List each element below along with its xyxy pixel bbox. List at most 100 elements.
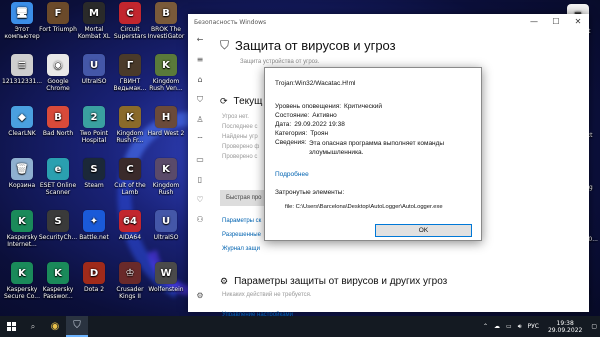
tray-network-icon[interactable]: ▭ — [506, 323, 512, 330]
desktop-icon-label: SecurityCh... — [38, 234, 78, 241]
tray-onedrive-icon[interactable]: ☁ — [494, 323, 500, 330]
input-language[interactable]: РУС — [528, 323, 539, 330]
affected-file-path: file: C:\Users\Barcelona\Desktop\AutoLog… — [285, 204, 443, 210]
desktop-icon[interactable]: D Dota 2 — [74, 262, 114, 293]
desktop-icon[interactable]: U UltraISO — [74, 54, 114, 85]
desktop-icon[interactable]: 2 Two Point Hospital — [74, 106, 114, 144]
app-icon: K — [11, 262, 33, 284]
desktop-icon[interactable]: ◉ Google Chrome — [38, 54, 78, 92]
desktop-icon[interactable]: K Kingdom Rush Fr... — [110, 106, 150, 144]
desktop-icon[interactable]: S Steam — [74, 158, 114, 189]
desktop-icon[interactable]: M Mortal Kombat XL — [74, 2, 114, 40]
gear-icon[interactable]: ⚙ — [188, 286, 212, 306]
desktop-icon[interactable]: F Fort Triumph — [38, 2, 78, 33]
wifi-icon[interactable]: ⌔ — [188, 130, 212, 150]
threat-status-line: Проверено с — [222, 154, 258, 160]
health-icon[interactable]: ♡ — [188, 190, 212, 210]
desktop-icon-label: Cult of the Lamb — [114, 182, 146, 196]
notification-icon[interactable]: ▢ — [591, 323, 597, 330]
settings-shield-icon: ⚙ — [220, 276, 229, 286]
allowed-threats-link[interactable]: Разрешенные — [222, 232, 261, 238]
desktop-icon[interactable]: C Cult of the Lamb — [110, 158, 150, 196]
alert-level-value: Критический — [344, 103, 383, 110]
desktop-icon[interactable]: C Circuit Superstars — [110, 2, 150, 40]
desktop-icon[interactable]: e ESET Online Scanner — [38, 158, 78, 196]
details-row: Сведения: Эта опасная программа выполняе… — [275, 139, 469, 157]
app-icon: ✦ — [83, 210, 105, 232]
desktop-icon[interactable]: K Kaspersky Passwor... — [38, 262, 78, 300]
taskbar-search-icon[interactable]: ⌕ — [22, 316, 44, 337]
taskbar-security-icon[interactable]: ⛉ — [66, 316, 88, 337]
desktop-icon[interactable]: K Kaspersky Internet... — [2, 210, 42, 248]
desktop-icon[interactable]: ≡ 121312331... — [2, 54, 42, 85]
desktop-icon-label: ESET Online Scanner — [39, 182, 77, 196]
menu-icon[interactable]: ≡ — [188, 50, 212, 70]
desktop-icon[interactable]: Г ГВИНТ Ведьмак... — [110, 54, 150, 92]
window-titlebar: Безопасность Windows — ☐ ✕ — [188, 14, 589, 30]
desktop-icon[interactable]: 64 AIDA64 — [110, 210, 150, 241]
maximize-button[interactable]: ☐ — [545, 14, 567, 30]
desktop-icon-label: Crusader Kings II — [116, 286, 144, 300]
desktop-icon[interactable]: ◆ ClearLNK — [2, 106, 42, 137]
desktop-icon[interactable]: ♔ Crusader Kings II — [110, 262, 150, 300]
desktop-icon-label: Wolfenstein — [148, 286, 184, 293]
home-icon[interactable]: ⌂ — [188, 70, 212, 90]
tray-chevron-icon[interactable]: ⌃ — [483, 323, 488, 330]
shield-icon[interactable]: ⛉ — [188, 90, 212, 110]
app-icon: ≡ — [11, 54, 33, 76]
category-value: Троян — [310, 130, 329, 137]
details-label: Сведения: — [275, 139, 307, 146]
threat-name: Trojan:Win32/Wacatac.H!ml — [275, 80, 356, 87]
device-security-icon[interactable]: ▯ — [188, 170, 212, 190]
family-icon[interactable]: ⚇ — [188, 210, 212, 230]
app-icon: ◆ — [11, 106, 33, 128]
desktop-icon-label: Этот компьютер — [4, 26, 40, 40]
app-browser-icon[interactable]: ▭ — [188, 150, 212, 170]
desktop-icon[interactable]: B BROK The InvestiGator — [146, 2, 186, 40]
tray-volume-icon[interactable]: 🔊︎ — [518, 323, 522, 331]
desktop-icon[interactable]: H Hard West 2 — [146, 106, 186, 137]
desktop-icon[interactable]: B Bad North — [38, 106, 78, 137]
app-icon: 🗑 — [11, 158, 33, 180]
app-icon: S — [47, 210, 69, 232]
scan-options-link[interactable]: Параметры ск — [222, 218, 261, 224]
desktop-icon[interactable]: K Kaspersky Secure Co... — [2, 262, 42, 300]
refresh-icon: ⟳ — [220, 96, 228, 106]
desktop-icon[interactable]: 🖥 Этот компьютер — [2, 2, 42, 40]
protection-history-link[interactable]: Журнал защи — [222, 246, 260, 252]
desktop-icon-label: Kaspersky Internet... — [6, 234, 38, 248]
minimize-button[interactable]: — — [523, 14, 545, 30]
desktop-icon[interactable]: S SecurityCh... — [38, 210, 78, 241]
app-icon: U — [155, 210, 177, 232]
desktop-icon-label: Hard West 2 — [147, 130, 185, 137]
close-button[interactable]: ✕ — [567, 14, 589, 30]
desktop-icon[interactable]: U UltraISO — [146, 210, 186, 241]
protection-settings-heading: ⚙ Параметры защиты от вирусов и других у… — [220, 276, 447, 287]
alert-level-label: Уровень оповещения: — [275, 103, 342, 110]
ok-button[interactable]: OK — [375, 224, 472, 237]
taskbar-clock[interactable]: 19:38 29.09.2022 — [548, 320, 582, 334]
desktop-icon-label: Google Chrome — [46, 78, 70, 92]
desktop-icon-label: ГВИНТ Ведьмак... — [113, 78, 147, 92]
desktop-icon-label: Steam — [84, 182, 104, 189]
date-row: Дата: 29.09.2022 19:38 — [275, 121, 345, 128]
app-icon: e — [47, 158, 69, 180]
desktop-icon-label: Kingdom Rush — [152, 182, 180, 196]
desktop-icon-label: BROK The InvestiGator — [147, 26, 185, 40]
more-info-link[interactable]: Подробнее — [275, 171, 309, 178]
account-icon[interactable]: ♙ — [188, 110, 212, 130]
desktop-icon-label: UltraISO — [153, 234, 179, 241]
category-row: Категория: Троян — [275, 130, 328, 137]
taskbar-chrome-icon[interactable]: ◉ — [44, 316, 66, 337]
app-icon: C — [119, 158, 141, 180]
desktop-icon[interactable]: W Wolfenstein — [146, 262, 186, 293]
desktop-icon[interactable]: K Kingdom Rush — [146, 158, 186, 196]
desktop-icon[interactable]: 🗑 Корзина — [2, 158, 42, 189]
threat-status-line: Проверено ф — [222, 144, 260, 150]
settings-status: Никаких действий не требуется. — [222, 292, 312, 298]
threat-status-line: Угроз нет. — [222, 114, 249, 120]
start-button[interactable] — [0, 316, 22, 337]
back-icon[interactable]: ← — [188, 30, 212, 50]
desktop-icon[interactable]: ✦ Battle.net — [74, 210, 114, 241]
desktop-icon[interactable]: K Kingdom Rush Ven... — [146, 54, 186, 92]
